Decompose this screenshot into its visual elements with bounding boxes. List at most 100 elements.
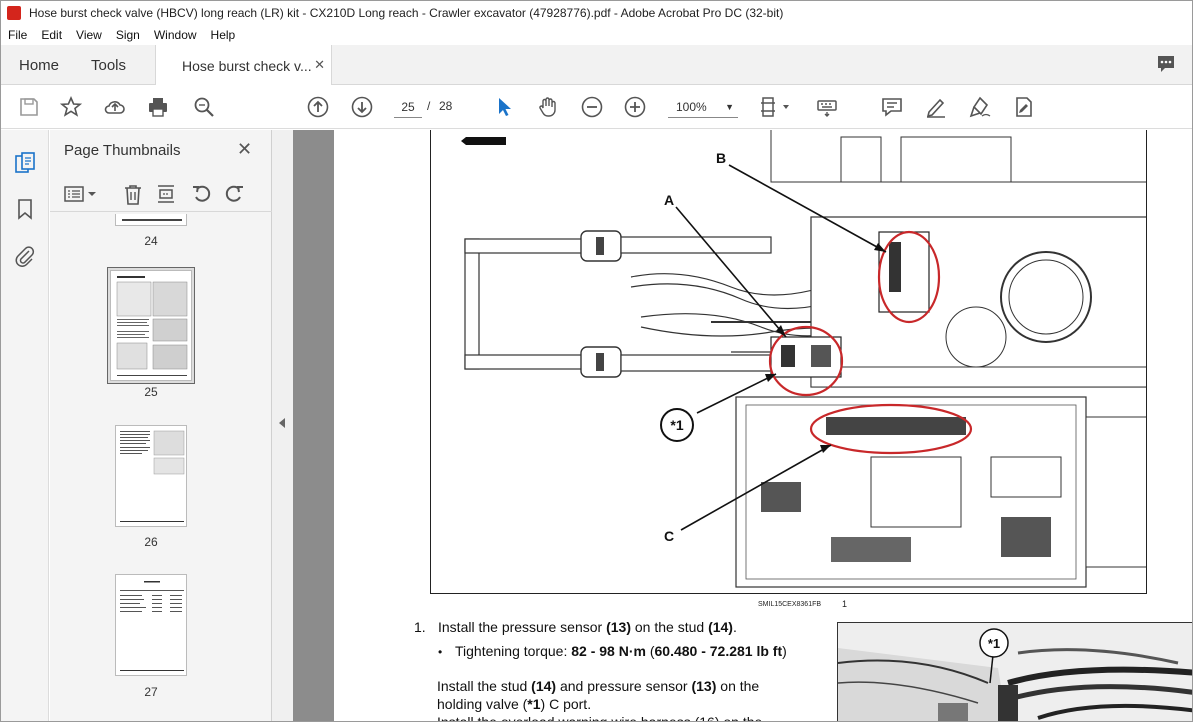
excavator-top-view-illustration: *1 A B C [461, 130, 1146, 588]
left-navigation-rail [1, 130, 49, 721]
select-cursor-icon[interactable] [492, 95, 516, 119]
save-icon[interactable] [17, 95, 41, 119]
page-thumbnail-24[interactable] [115, 214, 187, 226]
menu-view[interactable]: View [69, 28, 109, 42]
zoom-in-icon[interactable] [623, 95, 647, 119]
panel-splitter[interactable] [272, 130, 293, 721]
figure-caption: SMIL15CEX8361FB [758, 601, 822, 608]
page-display-icon[interactable] [759, 95, 793, 119]
bookmarks-icon[interactable] [14, 198, 36, 220]
thumbnail-list: 24 25 26 27 [50, 214, 262, 721]
comment-icon[interactable] [880, 95, 904, 119]
instruction-line: holding valve (*1) C port. [437, 695, 591, 713]
page-thumbnail-25[interactable] [110, 270, 192, 381]
page-number-input[interactable]: 25 [394, 96, 422, 118]
rotate-counterclockwise-icon[interactable] [190, 183, 212, 205]
valve-photo: *1 [837, 622, 1192, 721]
ref-13: (13) [606, 619, 631, 635]
torque-alt-value: 60.480 - 72.281 lb ft [654, 643, 783, 659]
main-toolbar: 25 / 28 100% ▼ [1, 85, 1192, 129]
title-bar: Hose burst check valve (HBCV) long reach… [1, 1, 1192, 25]
torque-label: Tightening torque: [455, 643, 572, 659]
menu-file[interactable]: File [1, 28, 34, 42]
line-text: on the [716, 678, 760, 694]
close-panel-icon[interactable]: ✕ [237, 139, 252, 160]
previous-page-icon[interactable] [306, 95, 330, 119]
bookmark-star-icon[interactable] [59, 95, 83, 119]
thumbnail-label-24: 24 [144, 234, 158, 248]
ref-star1: *1 [527, 696, 541, 712]
step-number: 1. [414, 619, 426, 635]
tab-document-label: Hose burst check v... [182, 57, 312, 74]
thumbnail-27-preview [120, 581, 184, 671]
draw-pen-icon[interactable] [968, 95, 992, 119]
bullet-icon: • [438, 645, 443, 659]
collapse-panel-arrow-icon[interactable] [279, 418, 285, 428]
tab-home[interactable]: Home [19, 45, 59, 85]
thumbnail-label-25: 25 [144, 385, 158, 399]
tab-close-icon[interactable]: ✕ [314, 57, 325, 73]
zoom-out-icon[interactable] [580, 95, 604, 119]
page-thumbnail-26[interactable] [115, 425, 187, 527]
attachments-icon[interactable] [14, 245, 36, 267]
line-text: Install the stud [437, 678, 532, 694]
insert-page-icon[interactable] [155, 183, 177, 205]
hand-tool-icon[interactable] [536, 95, 560, 119]
torque-spec: Tightening torque: 82 - 98 N·m (60.480 -… [455, 642, 805, 660]
step-text: . [732, 619, 737, 635]
thumbnail-toolbar [50, 176, 272, 212]
print-icon[interactable] [146, 95, 170, 119]
delete-page-icon[interactable] [122, 183, 144, 205]
thumbnail-options-icon[interactable] [63, 183, 99, 205]
line-text: ) C port. [540, 696, 592, 712]
panel-title: Page Thumbnails [64, 142, 181, 159]
excavator-diagram: *1 A B C [430, 130, 1147, 594]
thumbnail-26-preview [120, 430, 185, 522]
thumbnail-25-preview [116, 276, 188, 376]
thumbnail-label-27: 27 [144, 685, 158, 699]
instruction-line: Install the overload warning wire harnes… [437, 714, 763, 722]
next-page-icon[interactable] [350, 95, 374, 119]
photo-callout-star1: *1 [988, 636, 1000, 651]
step-instruction: Install the pressure sensor (13) on the … [438, 618, 737, 636]
sign-document-icon[interactable] [1012, 95, 1036, 119]
comment-panel-icon[interactable] [1156, 54, 1176, 74]
thumbnail-label-26: 26 [144, 535, 158, 549]
highlight-pen-icon[interactable] [924, 95, 948, 119]
figure-number: 1 [842, 599, 848, 609]
page-total: 28 [439, 99, 453, 113]
callout-c: C [664, 528, 674, 544]
callout-b: B [716, 150, 726, 166]
page-thumbnails-icon[interactable] [14, 152, 36, 174]
upload-cloud-icon[interactable] [103, 95, 127, 119]
page-thumbnail-27[interactable] [115, 574, 187, 676]
zoom-level-value: 100% [676, 100, 707, 114]
ref-14: (14) [531, 678, 557, 694]
rotate-clockwise-icon[interactable] [224, 183, 246, 205]
callout-star1: *1 [670, 417, 683, 433]
torque-paren: ( [645, 643, 655, 659]
window-title: Hose burst check valve (HBCV) long reach… [29, 6, 784, 20]
page-thumbnails-panel: Page Thumbnails ✕ 24 25 26 27 [50, 130, 311, 721]
ref-13: (13) [691, 678, 717, 694]
line-text: holding valve ( [437, 696, 528, 712]
acrobat-window: Hose burst check valve (HBCV) long reach… [0, 0, 1193, 722]
menu-edit[interactable]: Edit [34, 28, 69, 42]
menu-bar: File Edit View Sign Window Help [1, 25, 1192, 45]
acrobat-app-icon [7, 6, 21, 20]
search-icon[interactable] [192, 95, 216, 119]
valve-photo-illustration: *1 [838, 623, 1192, 721]
line-text: and pressure sensor [556, 678, 692, 694]
tab-document[interactable]: Hose burst check v... ✕ [155, 45, 332, 86]
menu-sign[interactable]: Sign [109, 28, 147, 42]
zoom-level-select[interactable]: 100% ▼ [668, 96, 738, 118]
torque-value: 82 - 98 N·m [571, 643, 646, 659]
keyboard-icon[interactable] [815, 95, 839, 119]
menu-help[interactable]: Help [204, 28, 243, 42]
tab-bar: Home Tools Hose burst check v... ✕ [1, 45, 1192, 86]
ref-14: (14) [708, 619, 733, 635]
page-separator: / [427, 99, 431, 113]
step-text: on the stud [631, 619, 709, 635]
menu-window[interactable]: Window [147, 28, 204, 42]
tab-tools[interactable]: Tools [91, 45, 126, 85]
